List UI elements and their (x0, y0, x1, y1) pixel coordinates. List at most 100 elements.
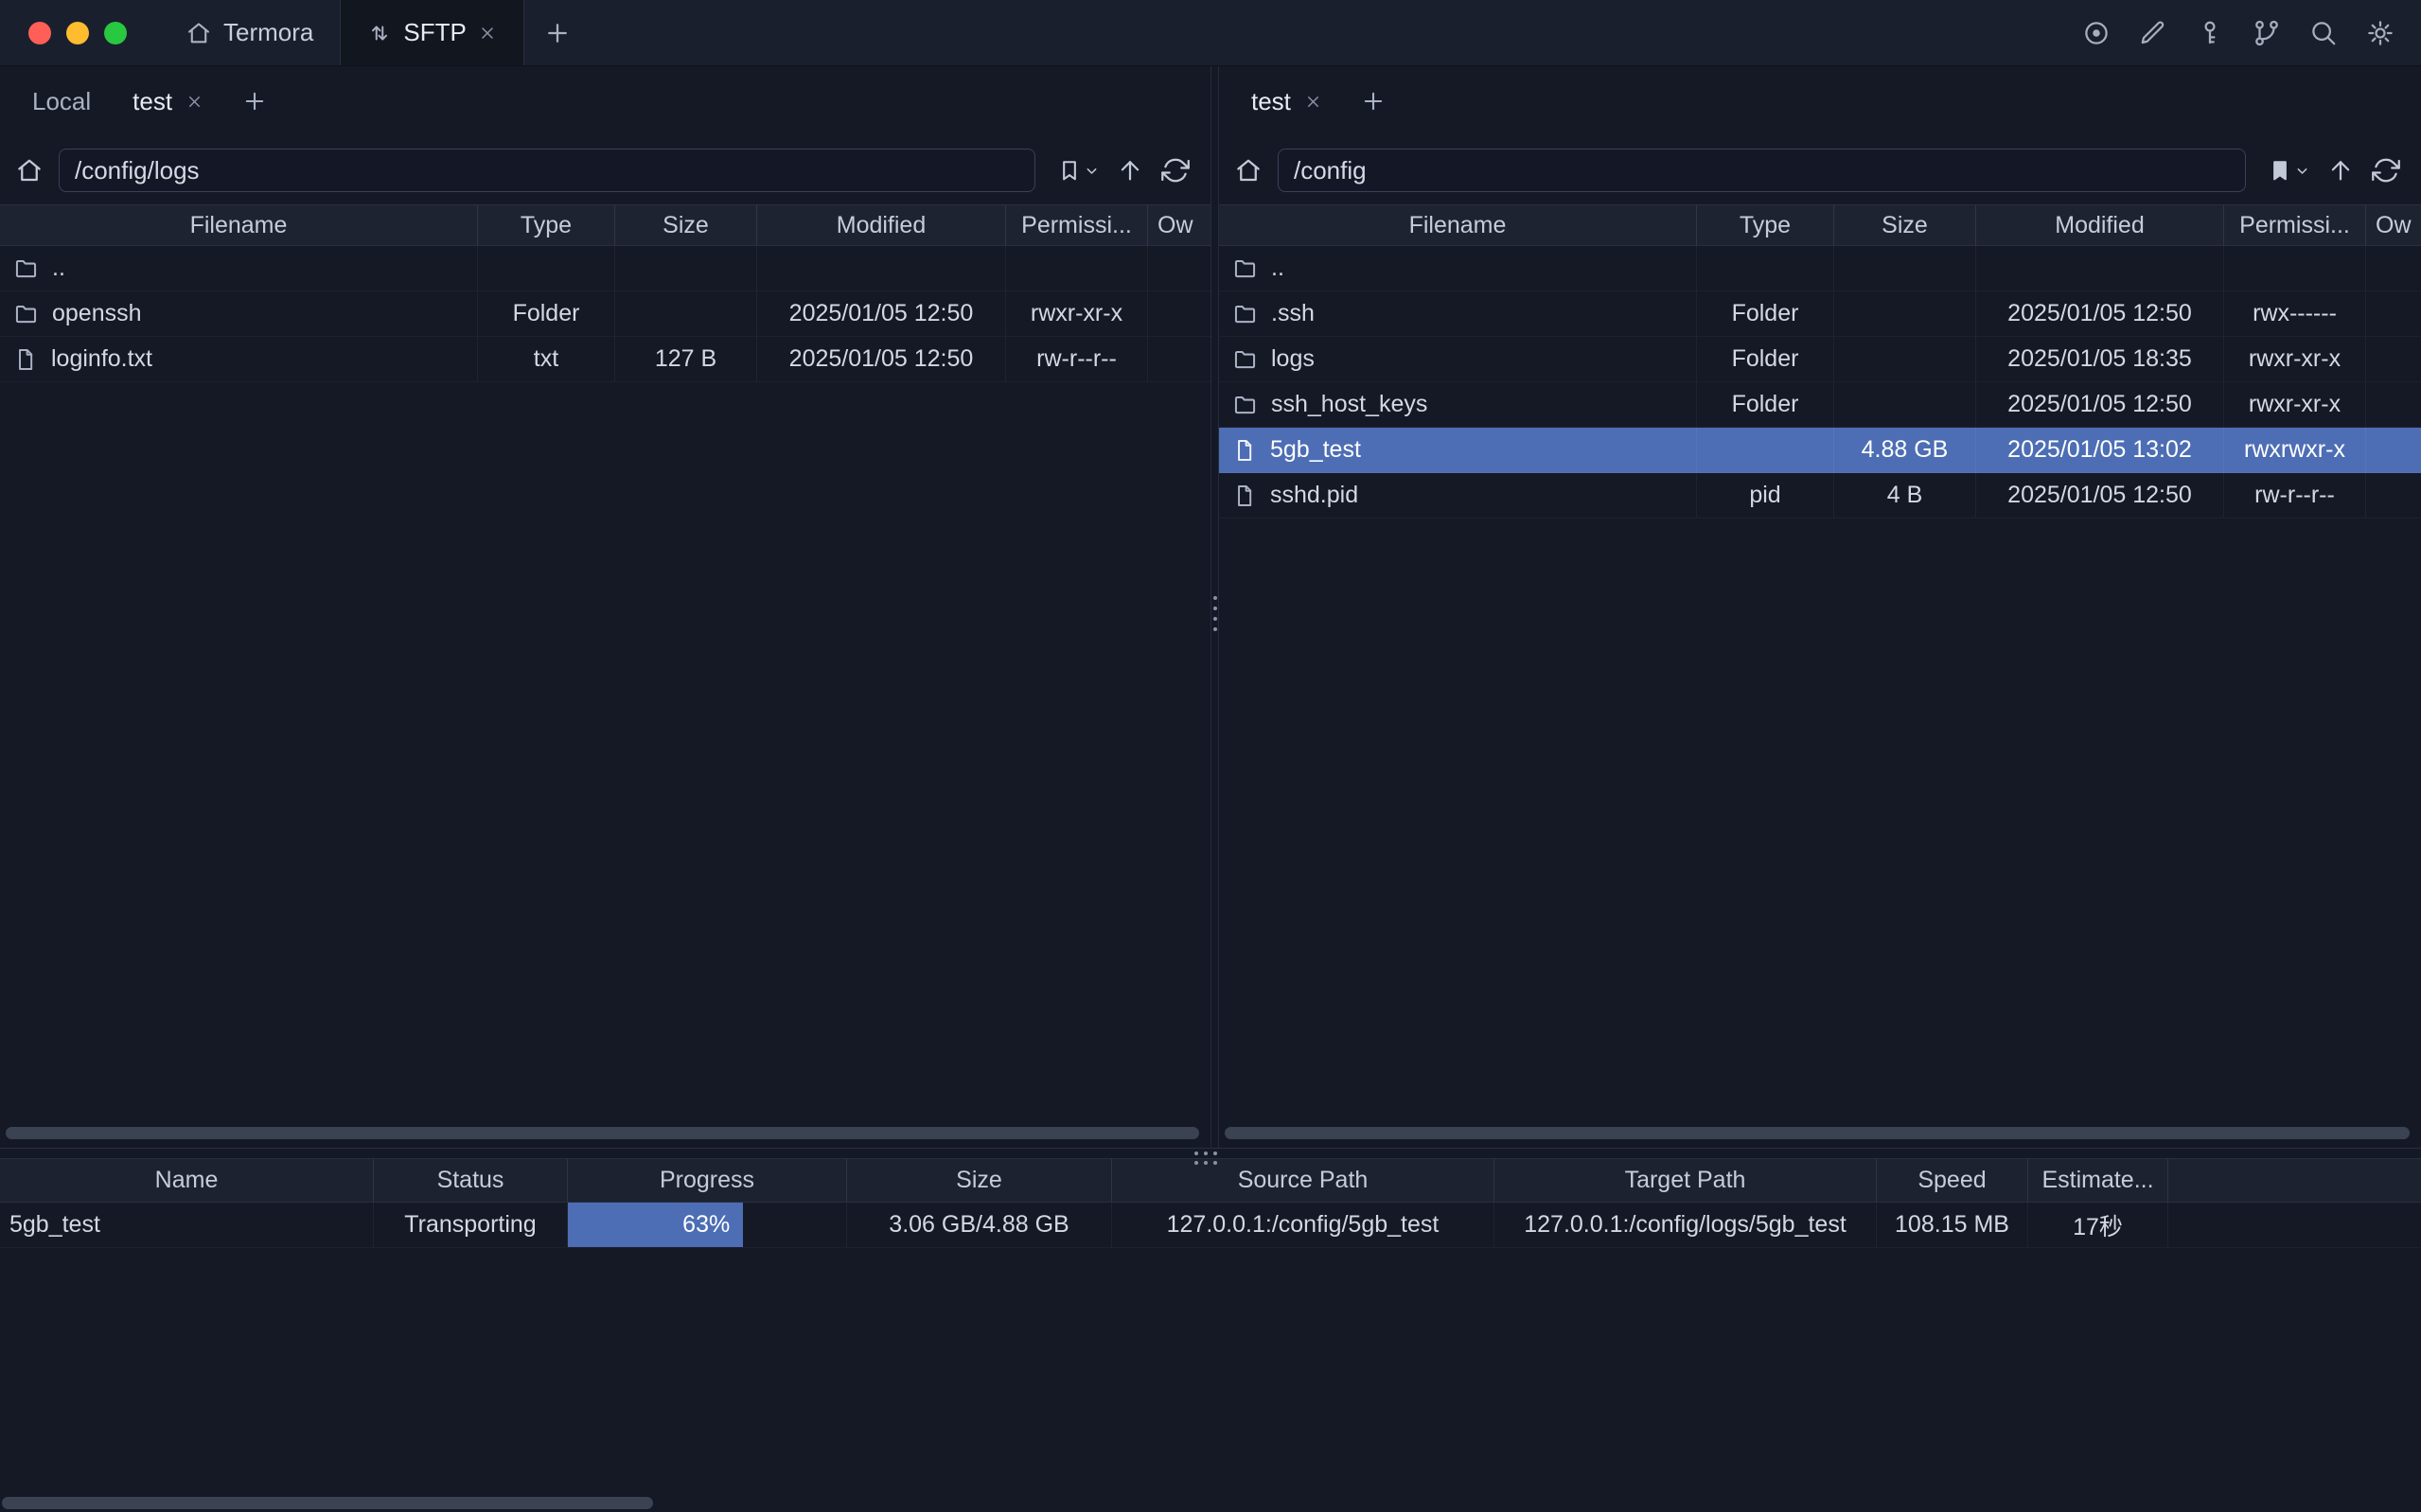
column-header-name[interactable]: Name (0, 1159, 374, 1202)
column-header-type[interactable]: Type (1697, 205, 1834, 245)
column-header-size[interactable]: Size (615, 205, 757, 245)
file-name: logs (1271, 345, 1315, 373)
right-panel-tabs: test (1219, 66, 2421, 136)
tab-test-left[interactable]: test (112, 66, 224, 136)
file-owner (2366, 246, 2421, 290)
file-modified: 2025/01/05 13:02 (1976, 428, 2224, 472)
right-add-tab-button[interactable] (1343, 88, 1404, 114)
table-header: Filename Type Size Modified Permissi... … (0, 204, 1210, 246)
file-type: pid (1697, 473, 1834, 518)
horizontal-scrollbar[interactable] (1225, 1127, 2410, 1139)
file-permissions: rw-r--r-- (1006, 337, 1148, 381)
panel-splitter[interactable] (1211, 66, 1218, 1148)
file-row[interactable]: loginfo.txt txt 127 B 2025/01/05 12:50 r… (0, 337, 1210, 382)
git-branch-icon[interactable] (2253, 19, 2281, 47)
column-header-owner[interactable]: Ow (2366, 205, 2421, 245)
file-name: sshd.pid (1270, 482, 1358, 509)
table-header: Filename Type Size Modified Permissi... … (1219, 204, 2421, 246)
column-header-owner[interactable]: Ow (1148, 205, 1210, 245)
column-header-modified[interactable]: Modified (1976, 205, 2224, 245)
file-owner (1148, 337, 1210, 381)
left-file-panel: Local test (0, 66, 1211, 1148)
column-header-progress[interactable]: Progress (568, 1159, 847, 1202)
key-icon[interactable] (2196, 19, 2224, 47)
file-row[interactable]: .. (1219, 246, 2421, 291)
minimize-window-button[interactable] (66, 22, 89, 44)
app-tab-label: Termora (223, 18, 313, 47)
file-owner (2366, 473, 2421, 518)
home-icon[interactable] (15, 156, 44, 185)
column-header-permissions[interactable]: Permissi... (2224, 205, 2366, 245)
file-owner (2366, 337, 2421, 381)
transfer-splitter-grip[interactable] (1194, 1152, 1217, 1165)
file-permissions: rwx------ (2224, 291, 2366, 336)
file-icon (1232, 483, 1257, 508)
titlebar-actions (2082, 0, 2421, 65)
transfer-name: 5gb_test (0, 1203, 374, 1247)
file-type: Folder (1697, 382, 1834, 427)
transfer-row[interactable]: 5gb_test Transporting 63% 3.06 GB/4.88 G… (0, 1203, 2421, 1248)
column-header-source-path[interactable]: Source Path (1112, 1159, 1494, 1202)
file-modified: 2025/01/05 12:50 (1976, 291, 2224, 336)
file-icon (1232, 438, 1257, 463)
parent-directory-icon[interactable] (2321, 156, 2360, 185)
parent-directory-icon[interactable] (1110, 156, 1150, 185)
file-row[interactable]: .ssh Folder 2025/01/05 12:50 rwx------ (1219, 291, 2421, 337)
column-header-size[interactable]: Size (847, 1159, 1112, 1202)
file-row[interactable]: .. (0, 246, 1210, 291)
file-owner (2366, 428, 2421, 472)
close-icon[interactable] (186, 93, 203, 111)
file-row-selected[interactable]: 5gb_test 4.88 GB 2025/01/05 13:02 rwxrwx… (1219, 428, 2421, 473)
close-icon[interactable] (478, 24, 497, 43)
file-owner (2366, 291, 2421, 336)
left-panel-tabs: Local test (0, 66, 1210, 136)
transfer-size: 3.06 GB/4.88 GB (847, 1203, 1112, 1247)
column-header-permissions[interactable]: Permissi... (1006, 205, 1148, 245)
column-header-target-path[interactable]: Target Path (1494, 1159, 1877, 1202)
tab-test-right[interactable]: test (1230, 66, 1343, 136)
column-header-modified[interactable]: Modified (757, 205, 1006, 245)
tab-termora[interactable]: Termora (159, 0, 340, 65)
tab-sftp[interactable]: SFTP (340, 0, 523, 65)
edit-icon[interactable] (2139, 19, 2167, 47)
progress-percent-label: 63% (682, 1211, 730, 1239)
settings-gear-icon[interactable] (2366, 19, 2394, 47)
file-row[interactable]: ssh_host_keys Folder 2025/01/05 12:50 rw… (1219, 382, 2421, 428)
column-header-status[interactable]: Status (374, 1159, 568, 1202)
bookmark-filled-icon[interactable] (2261, 157, 2315, 184)
search-icon[interactable] (2309, 19, 2338, 47)
refresh-icon[interactable] (1156, 156, 1195, 185)
home-icon[interactable] (1234, 156, 1263, 185)
file-row[interactable]: sshd.pid pid 4 B 2025/01/05 12:50 rw-r--… (1219, 473, 2421, 519)
folder-icon (13, 255, 39, 281)
horizontal-scrollbar[interactable] (6, 1127, 1199, 1139)
close-icon[interactable] (1304, 93, 1322, 111)
new-window-tab-button[interactable] (524, 0, 591, 65)
zoom-window-button[interactable] (104, 22, 127, 44)
tab-local[interactable]: Local (11, 66, 112, 136)
column-header-speed[interactable]: Speed (1877, 1159, 2028, 1202)
left-path-input[interactable] (59, 149, 1035, 192)
transfer-source-path: 127.0.0.1:/config/5gb_test (1112, 1203, 1494, 1247)
right-path-input[interactable] (1278, 149, 2246, 192)
file-type: Folder (1697, 291, 1834, 336)
column-header-type[interactable]: Type (478, 205, 615, 245)
column-header-size[interactable]: Size (1834, 205, 1976, 245)
column-header-filename[interactable]: Filename (1219, 205, 1697, 245)
file-row[interactable]: openssh Folder 2025/01/05 12:50 rwxr-xr-… (0, 291, 1210, 337)
left-add-tab-button[interactable] (224, 88, 285, 114)
progress-bar-fill: 63% (568, 1203, 743, 1247)
traffic-lights (0, 0, 159, 65)
file-size (615, 291, 757, 336)
file-owner (2366, 382, 2421, 427)
close-window-button[interactable] (28, 22, 51, 44)
file-permissions: rwxr-xr-x (2224, 337, 2366, 381)
folder-icon (1232, 255, 1258, 281)
bookmark-icon[interactable] (1051, 157, 1104, 184)
record-icon[interactable] (2082, 19, 2111, 47)
refresh-icon[interactable] (2366, 156, 2406, 185)
window-horizontal-scrollbar[interactable] (2, 1497, 653, 1509)
column-header-filename[interactable]: Filename (0, 205, 478, 245)
column-header-estimate[interactable]: Estimate... (2028, 1159, 2168, 1202)
file-row[interactable]: logs Folder 2025/01/05 18:35 rwxr-xr-x (1219, 337, 2421, 382)
